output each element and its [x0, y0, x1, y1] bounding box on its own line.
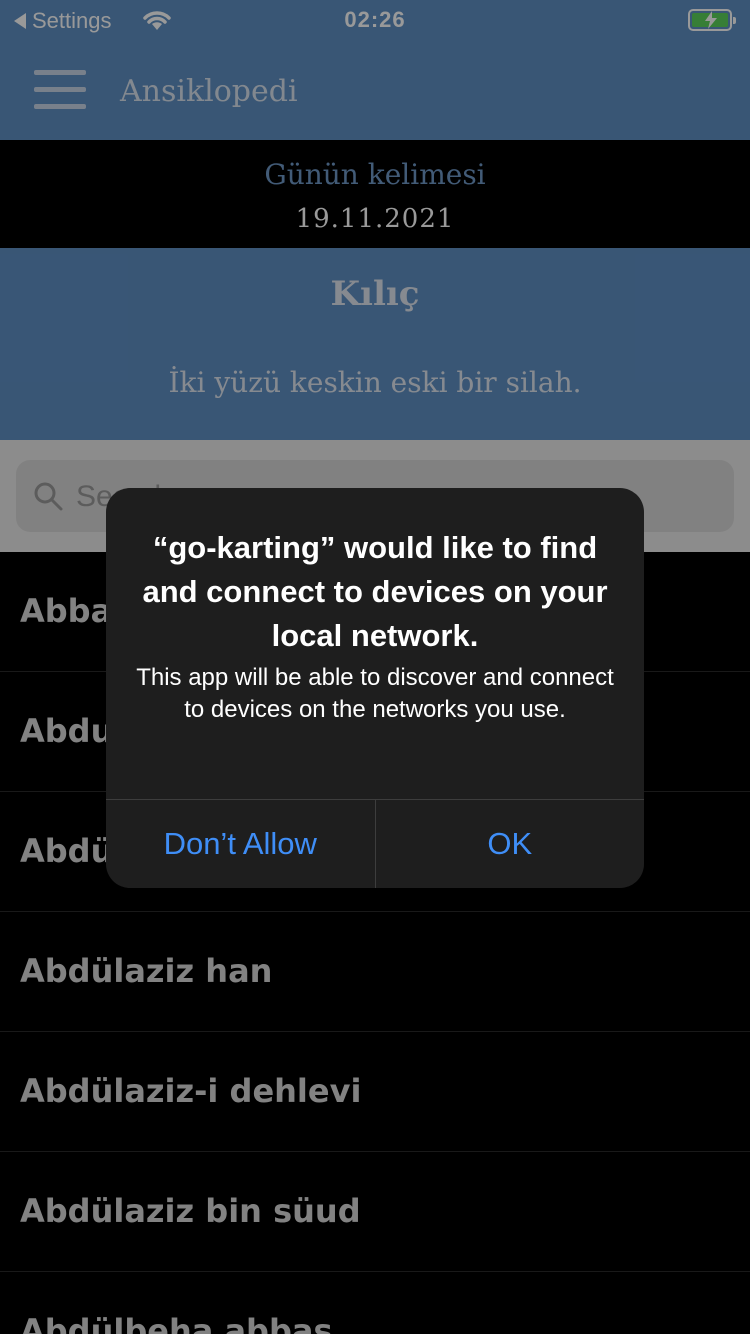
- ok-button[interactable]: OK: [376, 800, 645, 888]
- local-network-permission-alert: “go-karting” would like to find and conn…: [106, 488, 644, 888]
- alert-button-row: Don’t Allow OK: [106, 799, 644, 888]
- alert-title: “go-karting” would like to find and conn…: [142, 530, 608, 653]
- dont-allow-button[interactable]: Don’t Allow: [106, 800, 376, 888]
- alert-message: This app will be able to discover and co…: [136, 664, 614, 723]
